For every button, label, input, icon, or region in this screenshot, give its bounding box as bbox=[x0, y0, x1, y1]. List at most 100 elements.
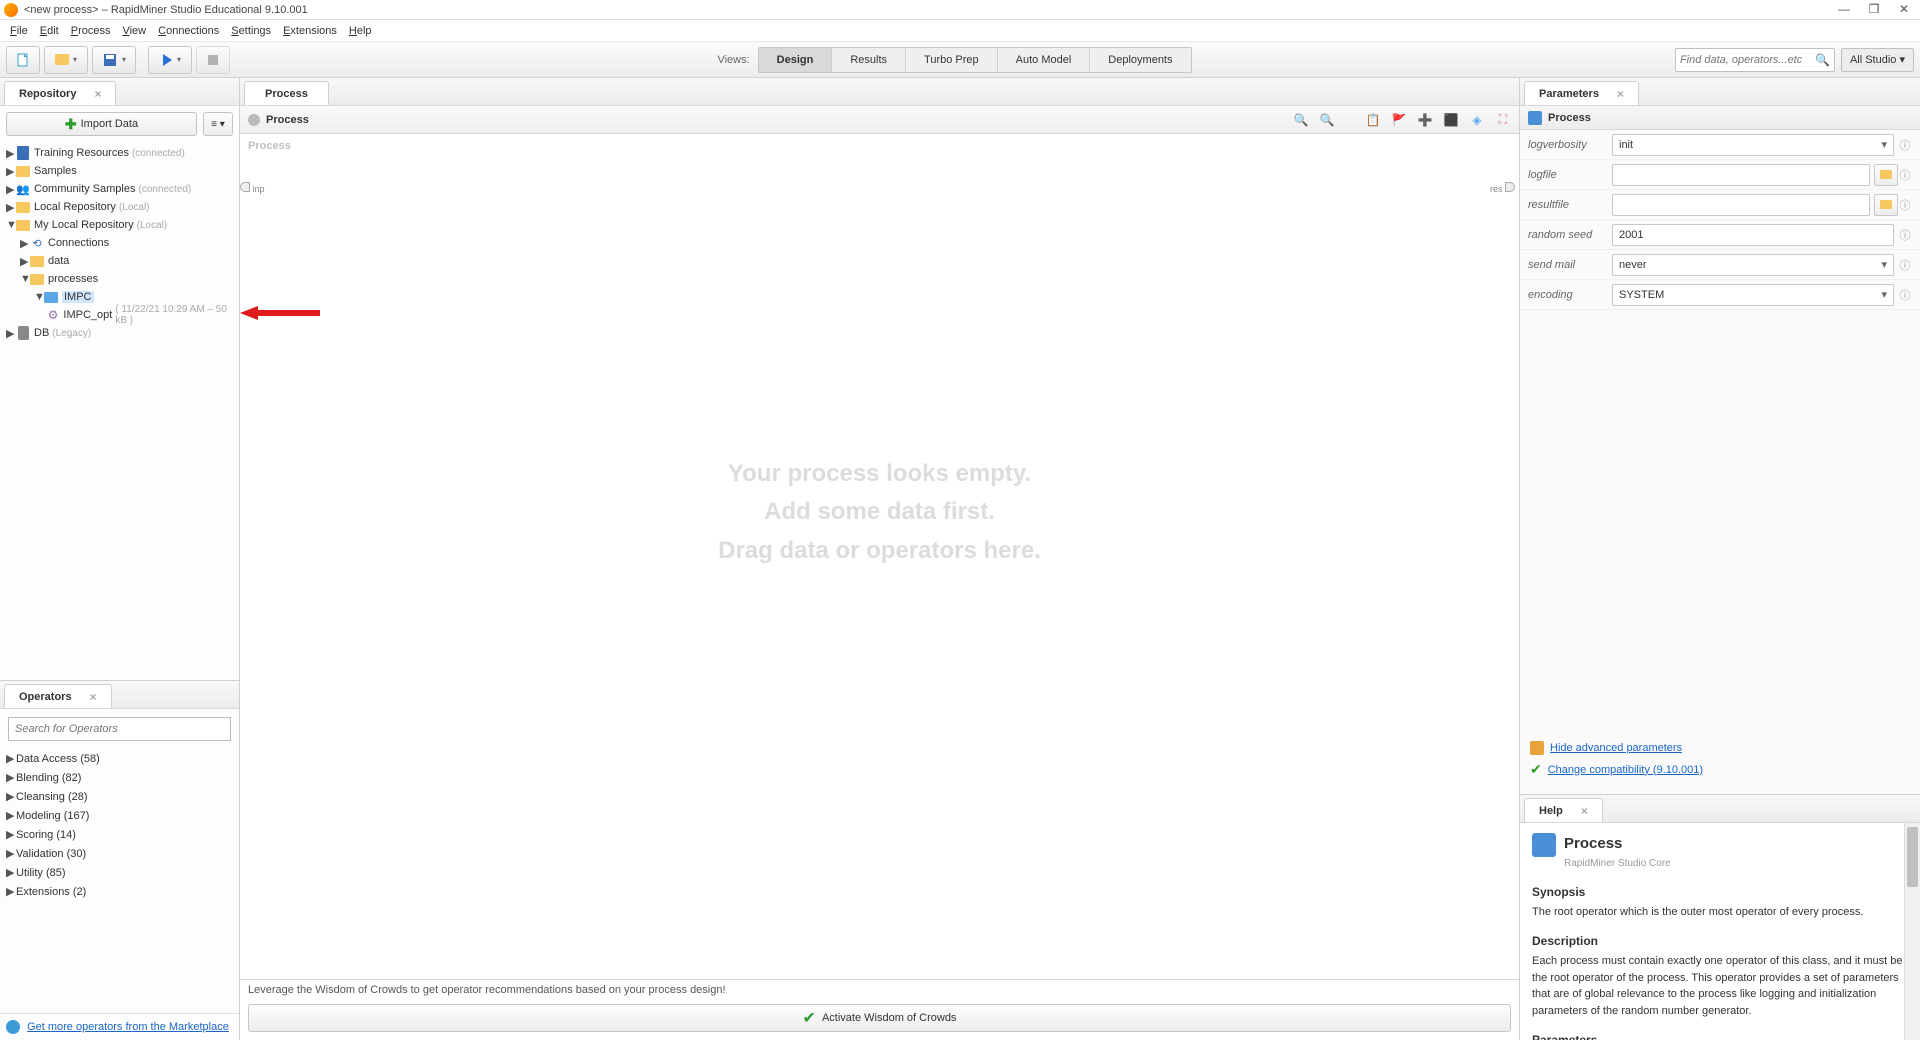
app-icon bbox=[4, 3, 18, 17]
folder-icon bbox=[44, 292, 58, 303]
menu-connections[interactable]: Connections bbox=[158, 25, 219, 37]
repository-tab[interactable]: Repository × bbox=[4, 81, 116, 105]
folder-icon bbox=[16, 166, 30, 177]
new-button[interactable] bbox=[6, 46, 40, 74]
tree-item-impc-opt[interactable]: IMPC_opt( 11/22/21 10:29 AM – 50 kB ) bbox=[6, 306, 233, 324]
param-logfile-input[interactable] bbox=[1612, 164, 1870, 186]
param-logfile-browse[interactable] bbox=[1874, 164, 1898, 186]
layers-icon[interactable]: ◈ bbox=[1469, 112, 1485, 128]
op-group-scoring[interactable]: ▶Scoring (14) bbox=[6, 825, 233, 844]
info-icon[interactable]: ⓘ bbox=[1898, 137, 1912, 153]
info-icon[interactable]: ⓘ bbox=[1898, 257, 1912, 273]
tree-item-samples[interactable]: ▶Samples bbox=[6, 162, 233, 180]
stop-button[interactable] bbox=[196, 46, 230, 74]
port-input[interactable]: inp bbox=[240, 182, 265, 194]
process-breadcrumb[interactable]: Process bbox=[266, 114, 1293, 126]
info-icon[interactable]: ⓘ bbox=[1898, 287, 1912, 303]
info-icon[interactable]: ⓘ bbox=[1898, 197, 1912, 213]
parameters-tab[interactable]: Parameters × bbox=[1524, 81, 1639, 105]
tab-auto-model[interactable]: Auto Model bbox=[998, 48, 1091, 72]
tree-item-local-repo[interactable]: ▶Local Repository(Local) bbox=[6, 198, 233, 216]
open-button[interactable]: ▾ bbox=[44, 46, 88, 74]
info-icon[interactable]: ⓘ bbox=[1898, 227, 1912, 243]
menu-view[interactable]: View bbox=[122, 25, 146, 37]
menu-help[interactable]: Help bbox=[349, 25, 372, 37]
op-group-extensions[interactable]: ▶Extensions (2) bbox=[6, 882, 233, 901]
menu-file[interactable]: File bbox=[10, 25, 28, 37]
info-icon[interactable]: ⓘ bbox=[1898, 167, 1912, 183]
tree-item-community[interactable]: ▶👥Community Samples(connected) bbox=[6, 180, 233, 198]
window-close[interactable]: ✕ bbox=[1892, 2, 1916, 18]
tree-item-data[interactable]: ▶data bbox=[6, 252, 233, 270]
repository-tabs: Repository × bbox=[0, 78, 239, 106]
param-random-seed-input[interactable]: 2001 bbox=[1612, 224, 1894, 246]
tab-deployments[interactable]: Deployments bbox=[1090, 48, 1190, 72]
menu-edit[interactable]: Edit bbox=[40, 25, 59, 37]
add-icon[interactable]: ➕ bbox=[1417, 112, 1433, 128]
tab-results[interactable]: Results bbox=[832, 48, 906, 72]
tab-turbo-prep[interactable]: Turbo Prep bbox=[906, 48, 998, 72]
marketplace-link[interactable]: Get more operators from the Marketplace bbox=[27, 1021, 229, 1033]
param-send-mail-select[interactable]: never bbox=[1612, 254, 1894, 276]
tree-item-db[interactable]: ▶DB(Legacy) bbox=[6, 324, 233, 342]
import-data-button[interactable]: ✚Import Data bbox=[6, 112, 197, 136]
help-tab[interactable]: Help × bbox=[1524, 798, 1603, 822]
zoom-out-icon[interactable]: 🔍 bbox=[1293, 112, 1309, 128]
close-icon[interactable]: × bbox=[1581, 804, 1588, 818]
process-square-icon bbox=[1528, 111, 1542, 125]
all-studio-dropdown[interactable]: All Studio ▾ bbox=[1841, 48, 1914, 72]
folder-icon bbox=[1880, 200, 1892, 209]
global-search[interactable]: 🔍 bbox=[1675, 48, 1835, 72]
op-group-modeling[interactable]: ▶Modeling (167) bbox=[6, 806, 233, 825]
tree-item-training[interactable]: ▶Training Resources(connected) bbox=[6, 144, 233, 162]
tab-design[interactable]: Design bbox=[759, 48, 833, 72]
close-icon[interactable]: × bbox=[94, 87, 101, 101]
fullscreen-icon[interactable]: ⛶ bbox=[1495, 112, 1511, 128]
folder-icon bbox=[16, 202, 30, 213]
folder-icon bbox=[30, 256, 44, 267]
save-button[interactable]: ▾ bbox=[92, 46, 136, 74]
param-resultfile-browse[interactable] bbox=[1874, 194, 1898, 216]
op-group-data-access[interactable]: ▶Data Access (58) bbox=[6, 749, 233, 768]
param-logverbosity: logverbosity init ⓘ bbox=[1520, 130, 1920, 160]
op-group-blending[interactable]: ▶Blending (82) bbox=[6, 768, 233, 787]
repository-tab-label: Repository bbox=[19, 88, 76, 100]
param-resultfile-input[interactable] bbox=[1612, 194, 1870, 216]
flag-icon[interactable]: 🚩 bbox=[1391, 112, 1407, 128]
param-encoding-select[interactable]: SYSTEM bbox=[1612, 284, 1894, 306]
help-scrollbar[interactable] bbox=[1904, 823, 1920, 1040]
menu-extensions[interactable]: Extensions bbox=[283, 25, 337, 37]
global-search-input[interactable] bbox=[1680, 54, 1815, 66]
activate-wisdom-button[interactable]: ✔Activate Wisdom of Crowds bbox=[248, 1004, 1511, 1032]
close-icon[interactable]: × bbox=[1617, 87, 1624, 101]
close-icon[interactable]: × bbox=[90, 690, 97, 704]
process-canvas[interactable]: Process inp res Your process looks empty… bbox=[240, 134, 1519, 979]
window-maximize[interactable]: ❐ bbox=[1862, 2, 1886, 18]
menu-process[interactable]: Process bbox=[71, 25, 111, 37]
tree-item-my-local[interactable]: ▼My Local Repository(Local) bbox=[6, 216, 233, 234]
arrange-icon[interactable]: ⬛ bbox=[1443, 112, 1459, 128]
param-logverbosity-select[interactable]: init bbox=[1612, 134, 1894, 156]
zoom-in-icon[interactable]: 🔍 bbox=[1319, 112, 1335, 128]
param-resultfile: resultfile ⓘ bbox=[1520, 190, 1920, 220]
window-minimize[interactable]: — bbox=[1832, 2, 1856, 18]
run-button[interactable]: ▾ bbox=[148, 46, 192, 74]
process-tab[interactable]: Process bbox=[244, 81, 329, 105]
operators-search[interactable] bbox=[8, 717, 231, 741]
op-group-utility[interactable]: ▶Utility (85) bbox=[6, 863, 233, 882]
tree-item-processes[interactable]: ▼processes bbox=[6, 270, 233, 288]
operators-tab[interactable]: Operators × bbox=[4, 684, 112, 708]
port-output[interactable]: res bbox=[1490, 182, 1515, 194]
change-compatibility-link[interactable]: Change compatibility (9.10.001) bbox=[1548, 764, 1703, 776]
search-icon: 🔍 bbox=[1815, 53, 1830, 67]
op-group-validation[interactable]: ▶Validation (30) bbox=[6, 844, 233, 863]
clipboard-icon[interactable]: 📋 bbox=[1365, 112, 1381, 128]
tree-item-connections[interactable]: ▶⟲Connections bbox=[6, 234, 233, 252]
scrollbar-thumb[interactable] bbox=[1907, 827, 1918, 887]
parameters-header: Process bbox=[1520, 106, 1920, 130]
operators-search-input[interactable] bbox=[9, 718, 230, 740]
op-group-cleansing[interactable]: ▶Cleansing (28) bbox=[6, 787, 233, 806]
menu-settings[interactable]: Settings bbox=[231, 25, 271, 37]
import-menu-button[interactable]: ≡ ▾ bbox=[203, 112, 233, 136]
hide-advanced-link[interactable]: Hide advanced parameters bbox=[1550, 742, 1682, 754]
